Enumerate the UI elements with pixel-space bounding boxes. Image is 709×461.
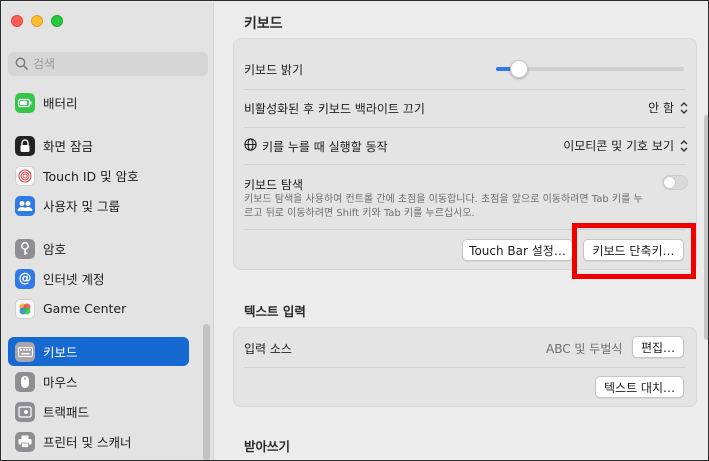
row-divider [244,367,686,368]
search-input[interactable] [33,55,203,73]
backlight-off-value: 안 함 [648,101,674,115]
sidebar-item-label: 마우스 [43,375,78,390]
mouse-icon [15,371,35,392]
input-sources-value: ABC 및 두벌식 [546,342,623,356]
keyboard-navigation-label: 키보드 탐색 [244,178,304,192]
text-input-card: 입력 소스 ABC 및 두벌식 편집… 텍스트 대치… [233,327,697,407]
row-divider [244,127,686,128]
chevron-up-down-icon [680,101,688,114]
minimize-window-button[interactable] [31,15,43,27]
globe-key-value: 이모티콘 및 기호 보기 [563,139,674,153]
text-input-section-title: 텍스트 입력 [244,304,306,319]
settings-window: 배터리 화면 잠금 Touch ID 및 암호 사용자 및 그룹 [0,0,709,461]
toggle-knob [664,177,675,188]
row-divider [244,89,686,90]
zoom-window-button[interactable] [51,15,63,27]
chevron-up-down-icon [680,139,688,152]
row-divider [244,164,686,165]
slider-thumb[interactable] [509,60,528,78]
sidebar: 배터리 화면 잠금 Touch ID 및 암호 사용자 및 그룹 [2,2,214,460]
sidebar-item-touch-id[interactable]: Touch ID 및 암호 [8,161,189,190]
close-window-button[interactable] [11,15,23,27]
sidebar-item-lock-screen[interactable]: 화면 잠금 [8,131,189,160]
sidebar-item-mouse[interactable]: 마우스 [8,367,189,396]
sidebar-item-battery[interactable]: 배터리 [8,88,189,117]
sidebar-item-label: 화면 잠금 [43,139,93,154]
key-icon [15,238,35,259]
backlight-off-popup[interactable]: 안 함 [648,99,690,116]
text-replacements-button[interactable]: 텍스트 대치… [595,376,684,398]
highlight-box [572,223,696,279]
keyboard-brightness-label: 키보드 밝기 [244,63,304,77]
battery-icon [15,92,35,113]
sidebar-item-label: 프린터 및 스캐너 [43,435,132,450]
sidebar-item-label: 배터리 [43,96,78,111]
input-sources-label: 입력 소스 [244,342,292,356]
touch-bar-settings-button[interactable]: Touch Bar 설정… [462,239,573,261]
sidebar-item-label: Game Center [43,301,127,316]
printer-icon [15,431,35,452]
keyboard-navigation-description: 키보드 탐색을 사용하여 컨트롤 간에 초점을 이동합니다. 초점을 앞으로 이… [244,194,643,219]
globe-icon [244,138,257,151]
search-field[interactable] [8,52,208,76]
sidebar-item-internet-accounts[interactable]: @ 인터넷 계정 [8,264,189,293]
sidebar-item-keyboard[interactable]: 키보드 [8,337,189,366]
sidebar-item-game-center[interactable]: Game Center [8,294,189,323]
sidebar-item-users-groups[interactable]: 사용자 및 그룹 [8,191,189,220]
sidebar-item-label: 암호 [43,242,67,257]
sidebar-item-label: 사용자 및 그룹 [43,199,120,214]
fingerprint-icon [15,165,35,186]
users-icon [15,195,35,216]
sidebar-item-trackpad[interactable]: 트랙패드 [8,397,189,426]
edit-input-sources-button[interactable]: 편집… [632,336,684,358]
sidebar-item-label: 키보드 [43,345,78,360]
main-scrollbar[interactable] [704,115,708,340]
sidebar-item-printers-scanners[interactable]: 프린터 및 스캐너 [8,427,189,456]
backlight-off-label: 비활성화된 후 키보드 백라이트 끄기 [244,102,425,116]
trackpad-icon [15,401,35,422]
game-center-icon [15,298,35,319]
globe-key-popup[interactable]: 이모티콘 및 기호 보기 [563,137,690,154]
sidebar-item-passwords[interactable]: 암호 [8,234,189,263]
sidebar-item-label: 트랙패드 [43,405,90,420]
sidebar-scrollbar[interactable] [203,324,210,460]
keyboard-icon [15,341,35,362]
dictation-section-title: 받아쓰기 [244,439,291,454]
at-icon: @ [15,268,35,289]
sidebar-item-label: 인터넷 계정 [43,272,105,287]
lock-icon [15,135,35,156]
sidebar-item-label: Touch ID 및 암호 [43,169,139,184]
keyboard-navigation-toggle[interactable] [662,175,688,190]
search-icon [15,57,28,70]
keyboard-brightness-slider[interactable] [496,60,684,78]
globe-key-label: 키를 누를 때 실행할 동작 [262,140,388,154]
page-title: 키보드 [244,16,283,32]
